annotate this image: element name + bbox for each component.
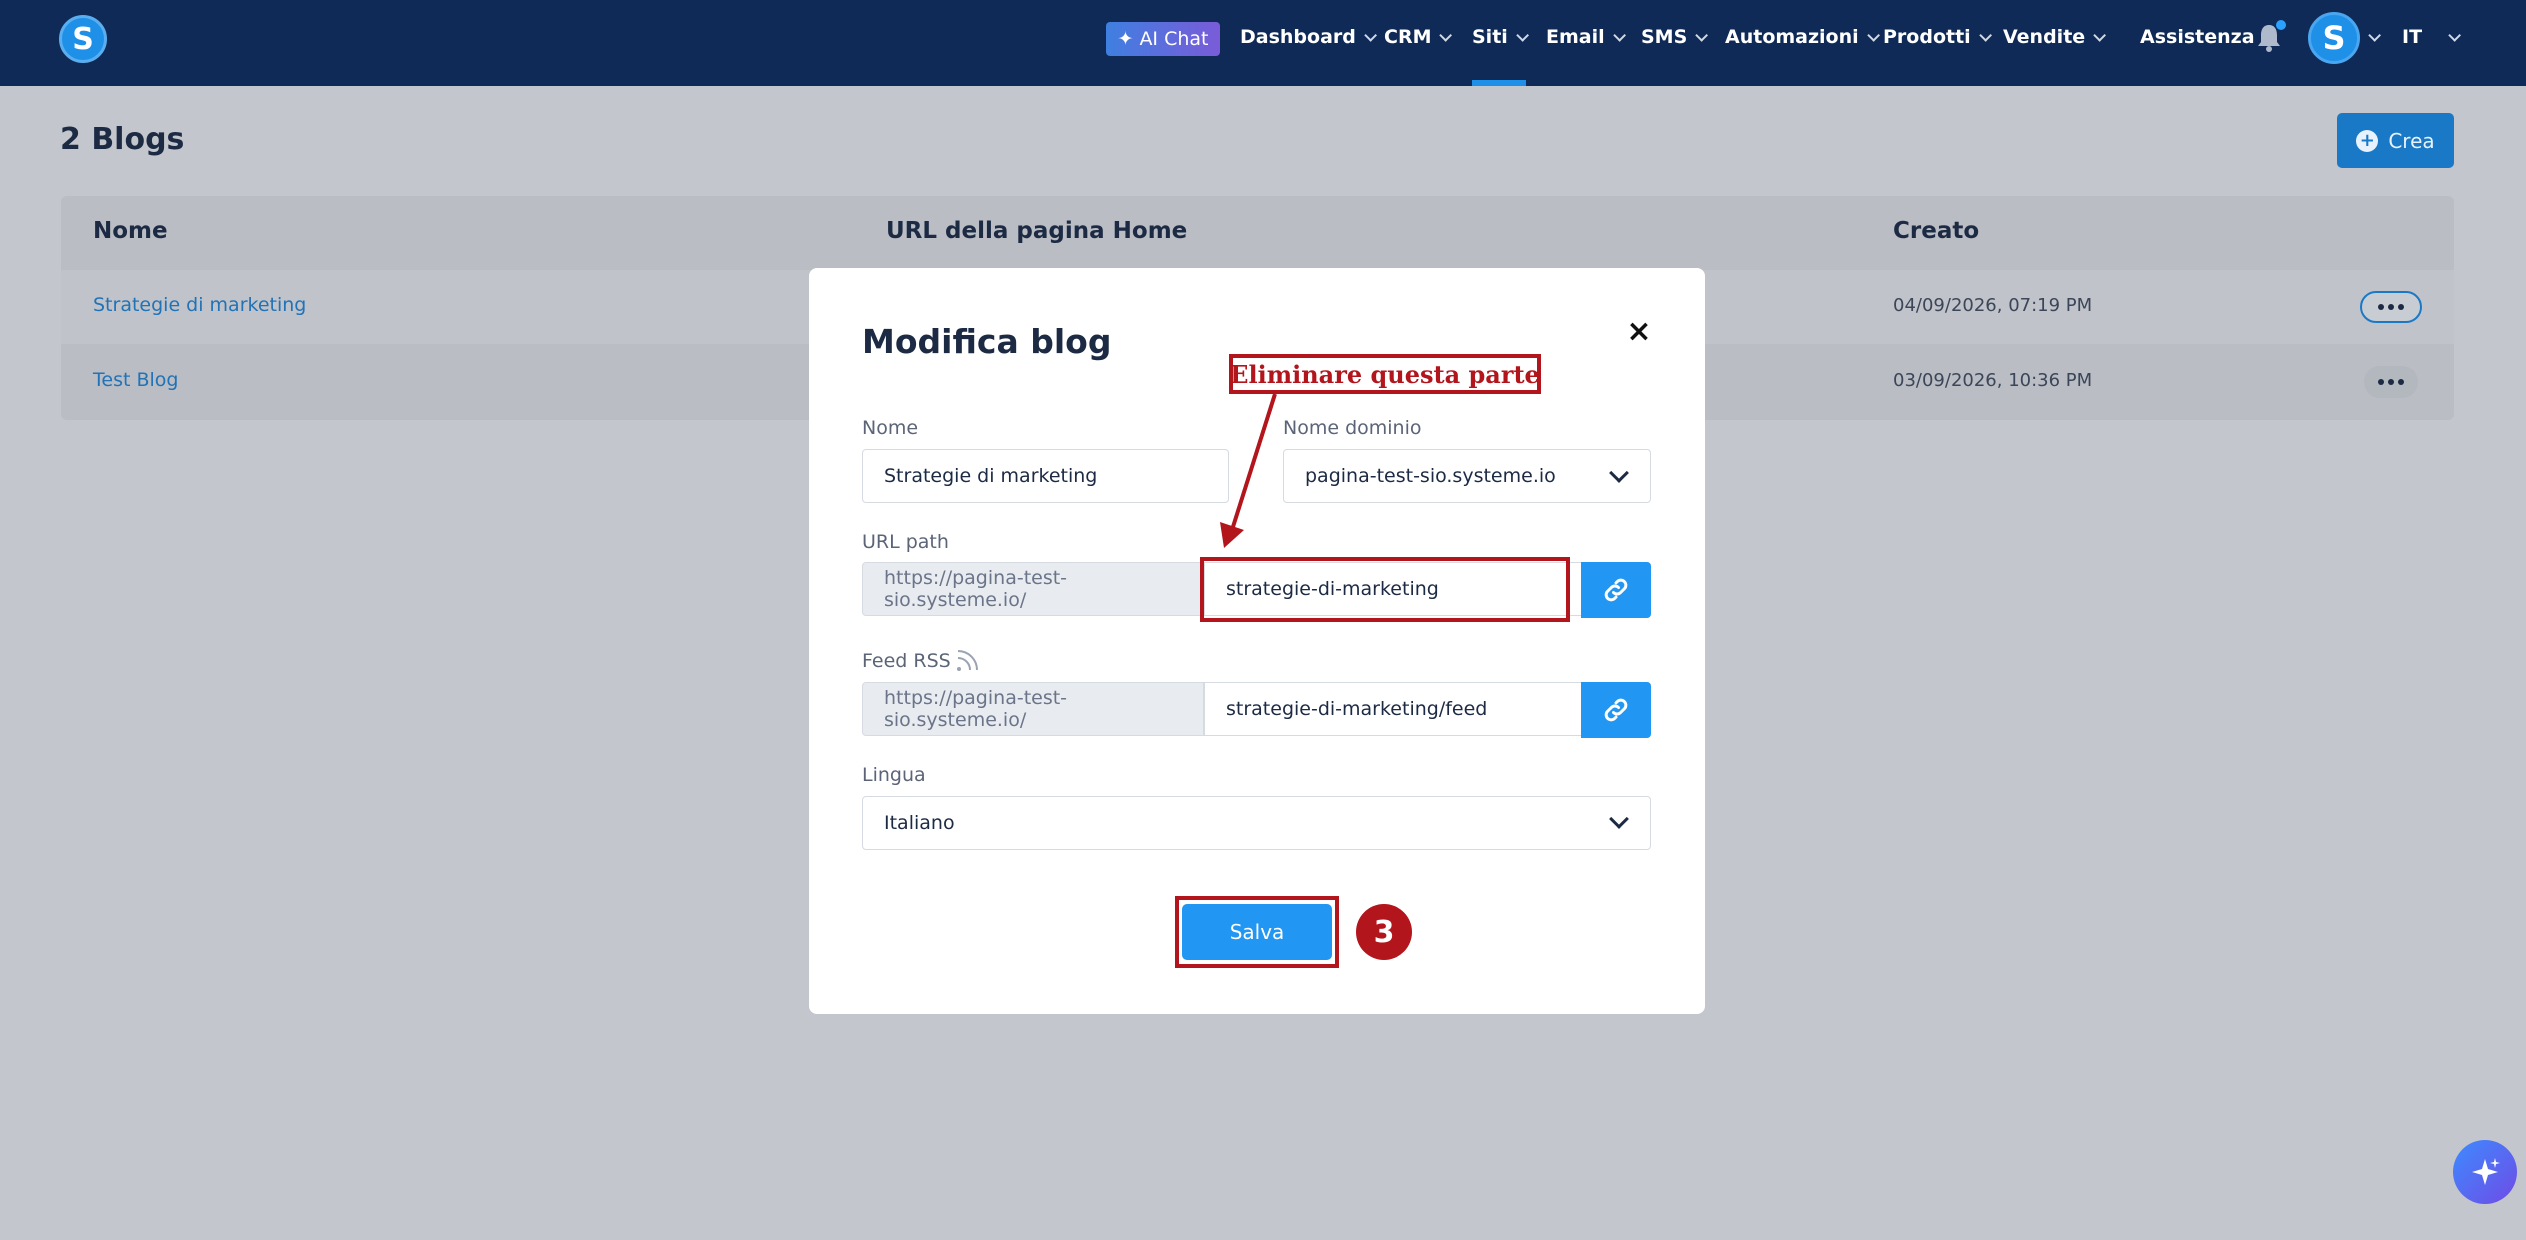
- feed-rss-prefix: https://pagina-test-sio.systeme.io/: [862, 682, 1204, 736]
- top-navigation: S ✦ AI Chat Dashboard CRM Siti Email SMS…: [0, 0, 2526, 86]
- nav-sms[interactable]: SMS: [1641, 22, 1709, 52]
- magic-sparkle-icon: [2472, 1158, 2500, 1185]
- blog-name-link[interactable]: Test Blog: [93, 369, 178, 391]
- chevron-down-icon: [2448, 28, 2462, 42]
- language-switcher[interactable]: IT: [2402, 22, 2462, 52]
- created-date: 04/09/2026, 07:19 PM: [1893, 295, 2093, 316]
- create-button-label: Crea: [2388, 128, 2435, 153]
- avatar[interactable]: S: [2308, 12, 2360, 64]
- nav-vendite[interactable]: Vendite: [2003, 22, 2107, 52]
- url-path-highlight-box: [1200, 557, 1570, 622]
- save-button-highlight-box: [1175, 896, 1339, 968]
- nav-crm[interactable]: CRM: [1384, 22, 1453, 52]
- step-number-badge: 3: [1356, 904, 1412, 960]
- nav-dashboard[interactable]: Dashboard: [1240, 22, 1377, 52]
- chevron-down-icon: [1516, 28, 1529, 42]
- ai-chat-button[interactable]: ✦ AI Chat: [1106, 22, 1220, 56]
- language-select-value: Italiano: [884, 812, 955, 834]
- avatar-menu-chevron[interactable]: [2368, 22, 2381, 52]
- domain-select[interactable]: pagina-test-sio.systeme.io: [1283, 449, 1651, 503]
- create-blog-button[interactable]: + Crea: [2337, 113, 2454, 168]
- feed-rss-input[interactable]: strategie-di-marketing/feed: [1204, 682, 1582, 736]
- created-date: 03/09/2026, 10:36 PM: [1893, 370, 2093, 391]
- language-select[interactable]: Italiano: [862, 796, 1651, 850]
- nav-active-indicator: [1472, 80, 1526, 86]
- chevron-down-icon: [1364, 28, 1377, 42]
- language-label: Lingua: [862, 764, 926, 786]
- link-icon: [1604, 578, 1628, 602]
- blog-name-link[interactable]: Strategie di marketing: [93, 294, 306, 316]
- modal-title: Modifica blog: [862, 322, 1112, 361]
- chevron-down-icon: [1695, 28, 1709, 42]
- domain-select-value: pagina-test-sio.systeme.io: [1305, 465, 1556, 487]
- feed-rss-label: Feed RSS: [862, 650, 951, 672]
- annotation-arrow: [1220, 393, 1277, 548]
- chevron-down-icon: [2368, 28, 2381, 42]
- rss-icon: [957, 650, 978, 671]
- row-actions-button[interactable]: [2364, 366, 2418, 398]
- chevron-down-icon: [1439, 28, 1453, 42]
- nav-automazioni[interactable]: Automazioni: [1725, 22, 1880, 52]
- more-dots-icon: [2378, 379, 2404, 385]
- close-icon[interactable]: ×: [1625, 314, 1653, 349]
- copy-feed-url-button[interactable]: [1581, 682, 1651, 738]
- more-dots-icon: [2378, 304, 2404, 310]
- app-logo[interactable]: S: [59, 15, 107, 63]
- annotation-callout: Eliminare questa parte: [1229, 354, 1541, 394]
- name-label: Nome: [862, 417, 919, 439]
- plus-circle-icon: +: [2356, 129, 2379, 152]
- sparkle-icon: ✦: [1117, 28, 1134, 50]
- copy-url-path-button[interactable]: [1581, 562, 1651, 618]
- link-icon: [1604, 698, 1628, 722]
- column-header-created: Creato: [1893, 218, 1980, 244]
- column-header-home-url: URL della pagina Home: [886, 218, 1188, 244]
- domain-label: Nome dominio: [1283, 417, 1422, 439]
- chevron-down-icon: [1866, 28, 1880, 42]
- row-actions-button[interactable]: [2360, 291, 2422, 323]
- nav-assistenza[interactable]: Assistenza: [2140, 22, 2255, 52]
- notification-badge: [2276, 20, 2286, 30]
- chevron-down-icon: [1978, 28, 1992, 42]
- chevron-down-icon: [2093, 28, 2107, 42]
- nav-prodotti[interactable]: Prodotti: [1883, 22, 1992, 52]
- page-title: 2 Blogs: [60, 122, 185, 157]
- chevron-down-icon: [1612, 28, 1626, 42]
- url-path-label: URL path: [862, 531, 949, 553]
- nav-siti[interactable]: Siti: [1472, 22, 1529, 52]
- url-path-prefix: https://pagina-test-sio.systeme.io/: [862, 562, 1204, 616]
- nav-email[interactable]: Email: [1546, 22, 1626, 52]
- ai-chat-label: AI Chat: [1139, 28, 1209, 50]
- name-input[interactable]: Strategie di marketing: [862, 449, 1229, 503]
- assistant-fab[interactable]: [2453, 1140, 2517, 1204]
- column-header-name: Nome: [93, 218, 168, 244]
